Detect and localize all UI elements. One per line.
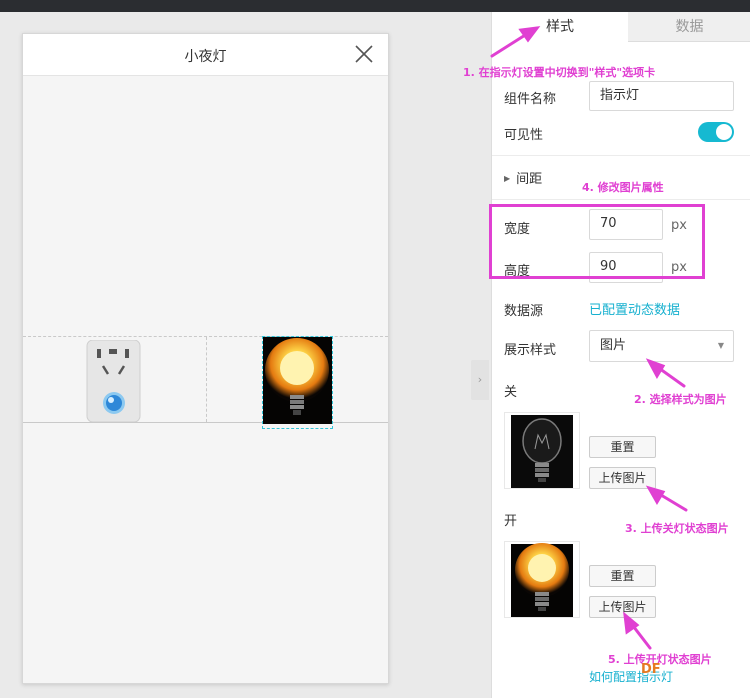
- watermark-logo: DF: [641, 662, 661, 677]
- arrow-head: [645, 358, 666, 380]
- arrow-head: [645, 485, 666, 505]
- arrow-head: [518, 26, 541, 43]
- annotation-arrows: [490, 26, 688, 650]
